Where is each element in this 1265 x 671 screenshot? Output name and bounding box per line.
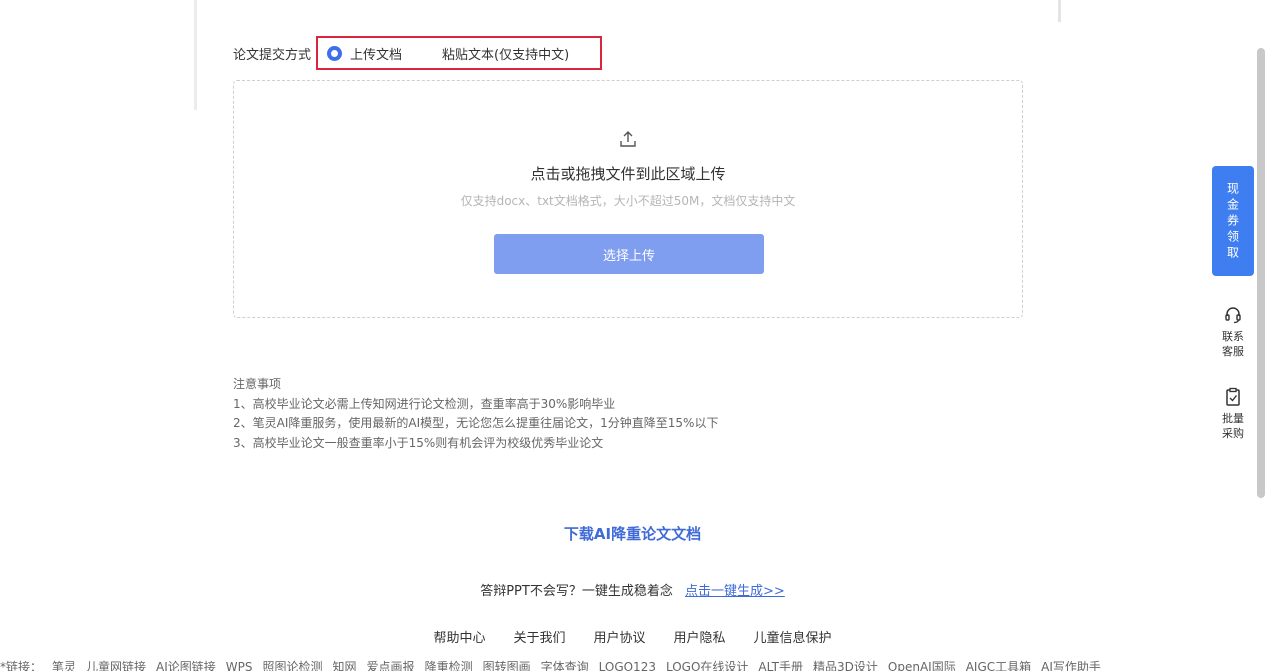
friend-link[interactable]: AI写作助手 [1041, 660, 1101, 671]
friend-link[interactable]: 儿童网链接 [86, 660, 146, 671]
batch-purchase-button[interactable]: 批量采购 [1212, 387, 1254, 441]
friend-link[interactable]: AI论图链接 [156, 660, 216, 671]
ppt-promo-link[interactable]: 点击一键生成>> [685, 584, 785, 599]
friend-link[interactable]: 爱点画报 [367, 660, 415, 671]
friend-link[interactable]: AIGC工具箱 [966, 660, 1031, 671]
friend-link[interactable]: LOGO123 [599, 660, 656, 671]
vip-coupon-button[interactable]: 现金券领取 [1212, 166, 1254, 276]
notes-title: 注意事项 [233, 377, 282, 391]
contact-service-label: 联系客服 [1222, 330, 1244, 358]
notes-item: 1、高校毕业论文必需上传知网进行论文检测，查重率高于30%影响毕业 [233, 396, 616, 411]
ppt-promo: 答辩PPT不会写？一键生成稳着念 点击一键生成>> [0, 580, 1265, 599]
friend-link[interactable]: 照图论检测 [263, 660, 323, 671]
friend-link[interactable]: 精品3D设计 [813, 660, 878, 671]
upload-hint: 仅支持docx、txt文档格式，大小不超过50M，文档仅支持中文 [460, 194, 796, 208]
notes-item: 2、笔灵AI降重服务，使用最新的AI模型，无论您怎么提重往届论文，1分钟直降至1… [233, 416, 719, 430]
notes-section: 注意事项 1、高校毕业论文必需上传知网进行论文检测，查重率高于30%影响毕业 2… [233, 375, 718, 453]
friend-link[interactable]: 字体查询 [541, 660, 589, 671]
friend-link[interactable]: WPS [226, 660, 253, 671]
ppt-promo-text: 答辩PPT不会写？一键生成稳着念 [480, 584, 673, 599]
upload-icon [620, 131, 636, 147]
submission-method-label: 论文提交方式 [233, 47, 312, 63]
friend-links: *链接： 笔灵 儿童网链接 AI论图链接 WPS 照图论检测 知网 爱点画报 降重检测 图转图画字… [0, 658, 1265, 671]
radio-indicator[interactable] [327, 45, 343, 61]
upload-title: 点击或拖拽文件到此区域上传 [530, 165, 726, 183]
footer-link-terms[interactable]: 用户协议 [593, 627, 645, 646]
headset-icon [1225, 307, 1241, 324]
friend-link[interactable]: LOGO在线设计 [666, 660, 748, 671]
radio-upload-label: 上传文档 [350, 47, 403, 63]
clipboard-icon [1226, 387, 1240, 406]
friend-link[interactable]: 图转图画 [483, 660, 531, 671]
radio-upload-document[interactable]: 上传文档 [327, 44, 402, 63]
friend-link[interactable]: ALT手册 [758, 660, 803, 671]
footer-link-child-protection[interactable]: 儿童信息保护 [754, 627, 832, 646]
submission-method-options: 上传文档 粘贴文本(仅支持中文) [316, 36, 603, 70]
footer-link-help[interactable]: 帮助中心 [433, 627, 485, 646]
friend-link: *链接： [0, 660, 43, 671]
submission-method-row: 论文提交方式 上传文档 粘贴文本(仅支持中文) [233, 36, 603, 70]
friend-link[interactable]: 笔灵 [52, 660, 76, 671]
footer-links: 帮助中心 关于我们 用户协议 用户隐私 儿童信息保护 [0, 627, 1265, 646]
left-margin [0, 0, 205, 671]
radio-paste-text[interactable]: 粘贴文本(仅支持中文) [442, 44, 569, 63]
download-document-link[interactable]: 下载AI降重论文文档 [0, 523, 1265, 544]
batch-purchase-label: 批量采购 [1222, 412, 1244, 440]
friend-link[interactable]: OpenAI国际 [888, 660, 956, 671]
upload-dropzone[interactable]: 点击或拖拽文件到此区域上传 仅支持docx、txt文档格式，大小不超过50M，文… [233, 80, 1023, 318]
footer-link-about[interactable]: 关于我们 [513, 627, 565, 646]
page-scrollbar[interactable] [1257, 48, 1265, 498]
radio-paste-label: 粘贴文本(仅支持中文) [442, 47, 570, 63]
notes-item: 3、高校毕业论文一般查重率小于15%则有机会评为校级优秀毕业论文 [233, 435, 604, 450]
select-upload-button[interactable]: 选择上传 [494, 234, 764, 274]
friend-link[interactable]: 降重检测 [425, 660, 473, 671]
friend-link[interactable]: 知网 [333, 660, 357, 671]
footer-link-privacy[interactable]: 用户隐私 [674, 627, 726, 646]
contact-service-button[interactable]: 联系客服 [1212, 305, 1254, 359]
